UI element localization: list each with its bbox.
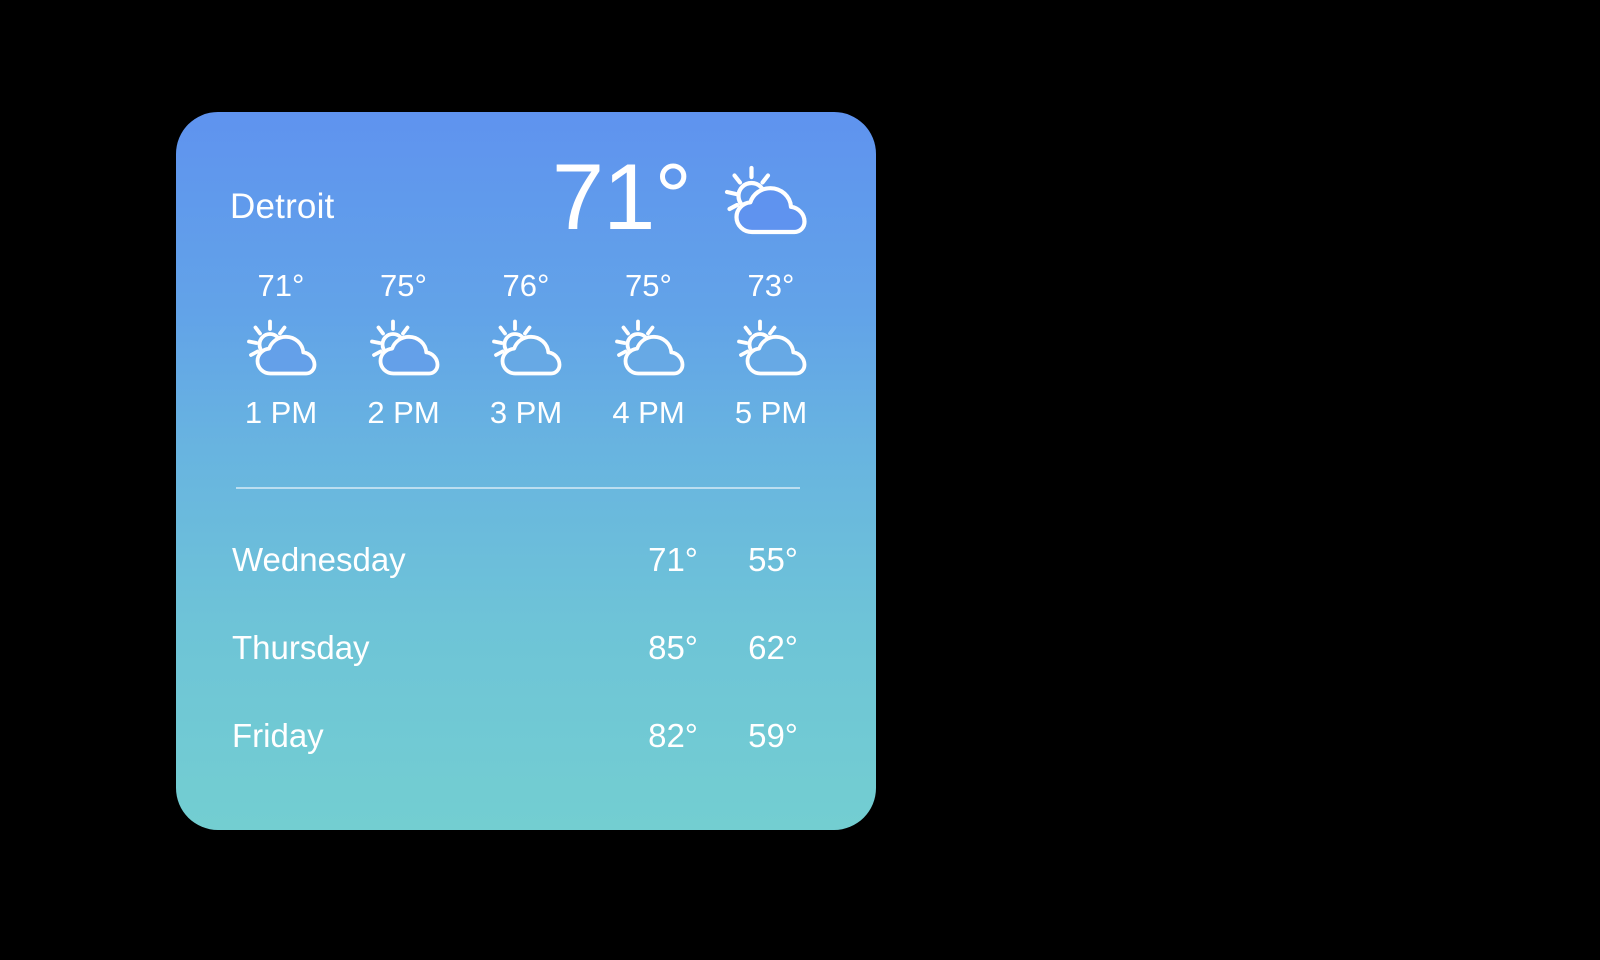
hourly-time: 5 PM xyxy=(734,395,808,430)
hourly-time: 3 PM xyxy=(489,395,563,430)
hourly-temperature: 76° xyxy=(502,268,550,303)
hourly-forecast: 71° 1 PM 75° 2 PM 76° 3 PM 75° 4 PM 73° … xyxy=(228,270,824,428)
day-name: Friday xyxy=(232,717,324,754)
hourly-item[interactable]: 75° 4 PM xyxy=(596,270,702,428)
hourly-item[interactable]: 76° 3 PM xyxy=(473,270,579,428)
day-high-temp: 85° xyxy=(648,629,698,666)
weather-widget[interactable]: Detroit 71° 71° 1 PM 75° 2 PM 76° 3 PM 7… xyxy=(176,112,876,830)
day-high-temp: 82° xyxy=(648,717,698,754)
sun-behind-cloud-icon xyxy=(239,319,323,381)
sun-behind-cloud-icon xyxy=(484,319,568,381)
hourly-temperature: 75° xyxy=(625,268,672,303)
hourly-time: 2 PM xyxy=(367,395,440,430)
sun-behind-cloud-icon xyxy=(716,164,812,242)
day-high-temp: 71° xyxy=(648,541,698,578)
day-low-temp: 55° xyxy=(748,541,798,578)
sun-behind-cloud-icon xyxy=(729,319,813,381)
hourly-temperature: 71° xyxy=(257,268,305,303)
daily-row[interactable]: Wednesday 71° 55° xyxy=(176,516,876,604)
current-temperature: 71° xyxy=(551,144,692,249)
hourly-item[interactable]: 71° 1 PM xyxy=(228,270,334,428)
daily-row[interactable]: Friday 82° 59° xyxy=(176,692,876,780)
hourly-time: 4 PM xyxy=(612,395,685,430)
day-low-temp: 59° xyxy=(748,717,798,754)
hourly-temperature: 75° xyxy=(380,268,427,303)
section-divider xyxy=(236,487,800,489)
daily-row[interactable]: Thursday 85° 62° xyxy=(176,604,876,692)
hourly-temperature: 73° xyxy=(747,268,795,303)
sun-behind-cloud-icon xyxy=(362,319,446,381)
day-name: Thursday xyxy=(232,629,370,666)
sun-behind-cloud-icon xyxy=(607,319,691,381)
daily-forecast: Wednesday 71° 55° Thursday 85° 62° Frida… xyxy=(176,516,876,780)
city-name: Detroit xyxy=(230,187,335,226)
hourly-item[interactable]: 75° 2 PM xyxy=(351,270,457,428)
current-conditions: Detroit 71° xyxy=(176,112,876,262)
hourly-time: 1 PM xyxy=(244,395,318,430)
day-name: Wednesday xyxy=(232,541,406,578)
day-low-temp: 62° xyxy=(748,629,798,666)
hourly-item[interactable]: 73° 5 PM xyxy=(718,270,824,428)
